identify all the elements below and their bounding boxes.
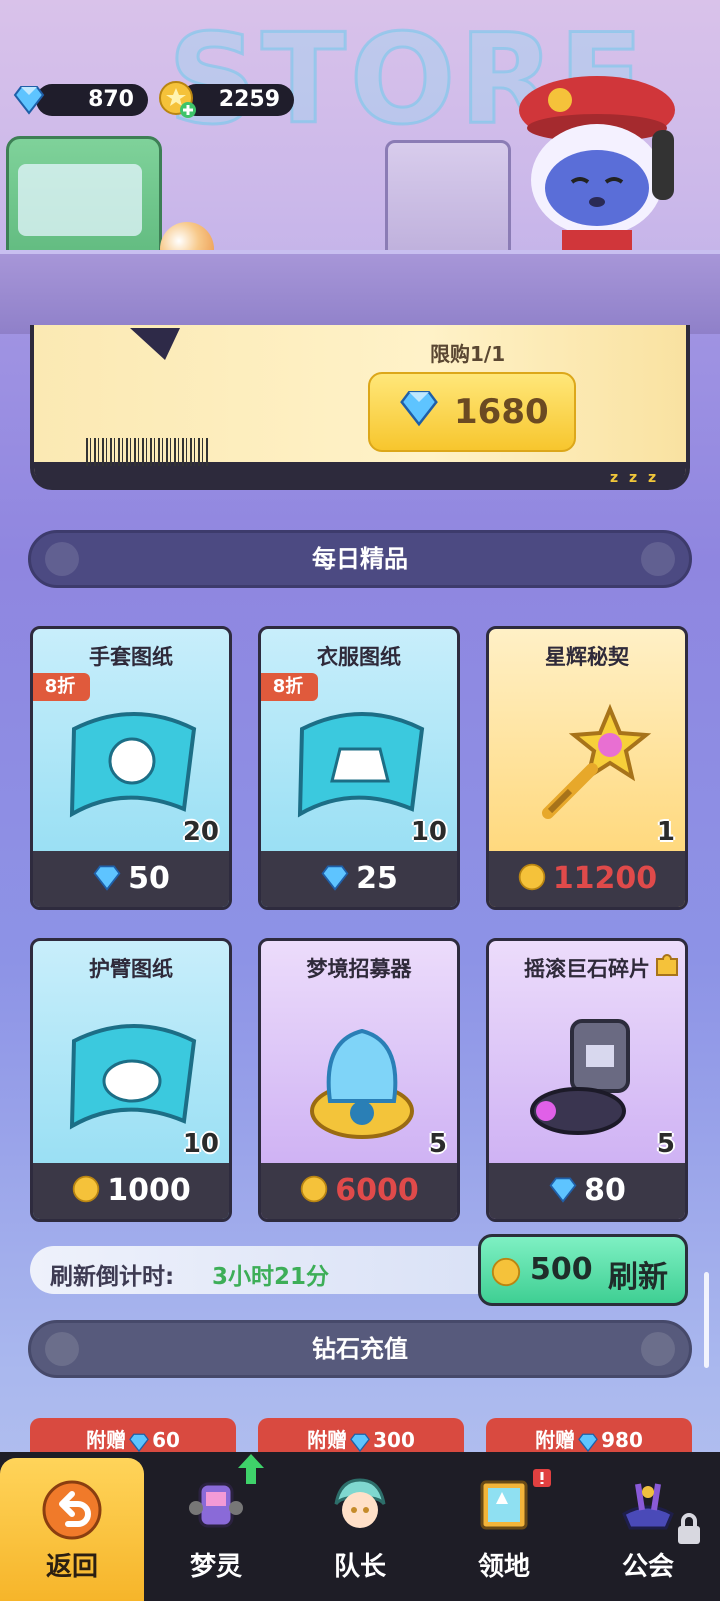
diamond-icon <box>321 865 349 891</box>
shopkeeper-character <box>519 76 675 250</box>
bonus-amount: 60 <box>152 1428 180 1452</box>
lock-icon <box>678 1513 700 1544</box>
refresh-cost: 500 <box>530 1252 593 1287</box>
rock-boulder-shard-icon <box>530 1019 630 1135</box>
header-ornament-left <box>45 542 79 576</box>
puzzle-piece-icon <box>656 954 678 976</box>
item-quantity: 10 <box>410 817 447 847</box>
shop-item-card[interactable]: 护臂图纸 10 1000 <box>30 938 232 1222</box>
scrollbar[interactable] <box>704 1272 709 1368</box>
coin-icon <box>301 1175 328 1202</box>
item-price: 1000 <box>33 1163 229 1219</box>
shop-item-card[interactable]: 摇滚巨石碎片 5 80 <box>486 938 688 1222</box>
item-price: 6000 <box>261 1163 457 1219</box>
diamond-icon <box>129 1433 149 1452</box>
coin-icon <box>491 1257 521 1287</box>
diamond-icon <box>93 865 121 891</box>
captain-icon <box>334 1478 386 1528</box>
coin-add-icon[interactable] <box>158 80 198 120</box>
bonus-amount: 300 <box>373 1428 415 1452</box>
bonus-label: 附赠 <box>86 1428 127 1452</box>
dream-recruiter-icon <box>310 1028 414 1139</box>
item-price: 11200 <box>489 851 685 907</box>
shop-item-card[interactable]: 手套图纸 8折 20 50 <box>30 626 232 910</box>
header-ornament-right <box>641 542 675 576</box>
star-key-icon <box>542 703 652 819</box>
claw-machine-glass <box>18 164 142 236</box>
diamond-icon <box>350 1433 370 1452</box>
discount-badge: 8折 <box>33 673 90 701</box>
item-quantity: 10 <box>182 1129 219 1159</box>
item-name: 梦境招募器 <box>306 957 412 981</box>
purchase-limit-text: 限购1/1 <box>430 342 506 366</box>
daily-section-title: 每日精品 <box>312 545 408 573</box>
bonus-label: 附赠 <box>307 1428 348 1452</box>
item-name: 护臂图纸 <box>89 957 173 981</box>
price-value: 11200 <box>552 861 658 896</box>
nav-territory[interactable]: 领地 <box>432 1452 576 1601</box>
barcode-decoration <box>86 438 210 466</box>
daily-section-header: 每日精品 <box>28 530 692 588</box>
refresh-countdown-time: 3小时21分 <box>212 1264 330 1290</box>
item-name: 星辉秘契 <box>545 645 629 669</box>
shop-item-card[interactable]: 衣服图纸 8折 10 25 <box>258 626 460 910</box>
header-ornament-right <box>641 1332 675 1366</box>
price-value: 6000 <box>335 1173 419 1208</box>
item-price: 25 <box>261 851 457 907</box>
diamond-icon <box>13 86 45 115</box>
recharge-section-title: 钻石充值 <box>312 1335 408 1363</box>
diamond-icon <box>578 1433 598 1452</box>
refresh-countdown-label: 刷新倒计时: <box>50 1264 175 1290</box>
refresh-button-label: 刷新 <box>608 1260 668 1295</box>
header-ornament-left <box>45 1332 79 1366</box>
back-arrow-icon <box>42 1480 102 1540</box>
diamond-balance: 870 <box>36 84 148 116</box>
item-quantity: 5 <box>656 1129 675 1159</box>
diamond-icon <box>400 390 438 427</box>
item-quantity: 1 <box>656 817 675 847</box>
shop-item-card[interactable]: 星辉秘契 1 11200 <box>486 626 688 910</box>
bonus-label: 附赠 <box>535 1428 576 1452</box>
price-value: 1000 <box>107 1173 191 1208</box>
upgrade-arrow-icon <box>238 1454 264 1484</box>
nav-label: 梦灵 <box>189 1552 242 1582</box>
price-value: 80 <box>584 1173 626 1208</box>
nav-captain[interactable]: 队长 <box>288 1452 432 1601</box>
featured-price: 1680 <box>454 392 549 432</box>
price-value: 50 <box>128 861 170 896</box>
guild-icon <box>622 1483 674 1530</box>
coin-count: 2259 <box>218 87 280 112</box>
item-price: 50 <box>33 851 229 907</box>
nav-label: 领地 <box>477 1552 530 1582</box>
recharge-section-header: 钻石充值 <box>28 1320 692 1378</box>
featured-item-art <box>130 328 180 360</box>
nav-label: 公会 <box>621 1552 674 1582</box>
coin-icon <box>73 1175 100 1202</box>
item-name: 衣服图纸 <box>317 645 401 669</box>
diamond-icon <box>549 1177 577 1203</box>
shop-item-card[interactable]: 梦境招募器 5 6000 <box>258 938 460 1222</box>
discount-badge: 8折 <box>261 673 318 701</box>
territory-icon <box>480 1480 528 1530</box>
coin-icon <box>518 863 546 890</box>
item-name: 手套图纸 <box>89 645 173 669</box>
bonus-amount: 980 <box>601 1428 643 1452</box>
featured-stamp: z z z <box>610 470 660 486</box>
alert-badge-icon <box>533 1469 551 1487</box>
item-quantity: 5 <box>428 1129 447 1159</box>
nav-guild[interactable]: 公会 <box>576 1452 720 1601</box>
diamond-count: 870 <box>88 87 134 112</box>
nav-back-button[interactable]: 返回 <box>0 1458 144 1601</box>
nav-label: 队长 <box>333 1552 386 1582</box>
item-price: 80 <box>489 1163 685 1219</box>
item-quantity: 20 <box>182 817 219 847</box>
nav-label: 返回 <box>45 1552 98 1582</box>
shop-counter <box>0 250 720 334</box>
price-value: 25 <box>356 861 398 896</box>
nav-dream-spirit[interactable]: 梦灵 <box>144 1452 288 1601</box>
